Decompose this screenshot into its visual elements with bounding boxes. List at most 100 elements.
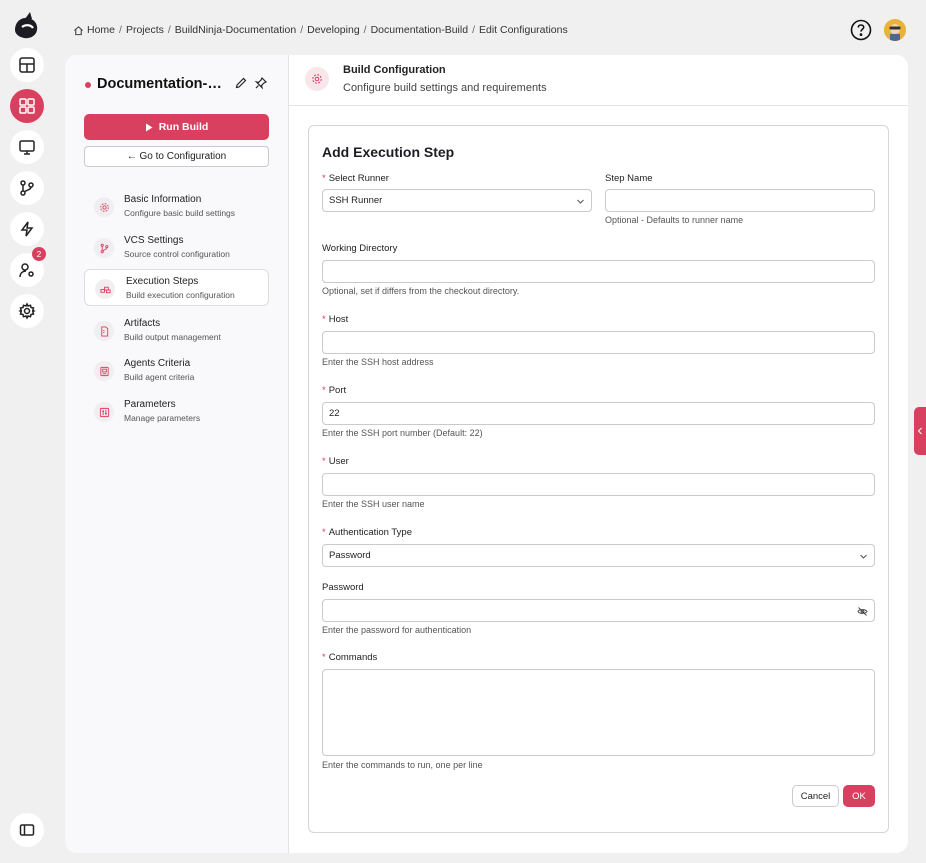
sidebar-item-title: Basic Information — [124, 194, 202, 205]
build-configuration-icon-wrap — [305, 67, 329, 91]
projects-nav-button[interactable] — [10, 89, 44, 123]
triggers-nav-button[interactable] — [10, 212, 44, 246]
sidebar-item-subtitle: Configure basic build settings — [124, 208, 236, 218]
sidebar-item-subtitle: Build execution configuration — [126, 290, 235, 300]
user-settings-icon — [19, 263, 34, 278]
auth-type-value: Password — [329, 550, 371, 561]
step-name-label: Step Name — [605, 173, 653, 184]
workdir-hint: Optional, set if differs from the checko… — [322, 286, 520, 296]
commands-label: * Commands — [322, 652, 378, 663]
dashboard-nav-button[interactable] — [10, 48, 44, 82]
steps-icon — [99, 286, 111, 293]
port-label: * Port — [322, 385, 347, 396]
host-label: * Host — [322, 314, 349, 325]
expand-panel-tab[interactable] — [914, 407, 926, 455]
avatar[interactable] — [884, 19, 906, 41]
sidebar-item-execution-steps[interactable]: Execution Steps Build execution configur… — [84, 269, 269, 306]
left-rail: 2 — [0, 0, 54, 863]
auth-type-select[interactable]: Password — [322, 544, 875, 567]
host-input[interactable] — [322, 331, 875, 354]
step-name-hint: Optional - Defaults to runner name — [605, 215, 744, 225]
grid-icon — [19, 98, 35, 114]
breadcrumb-projects[interactable]: Projects — [126, 24, 164, 36]
sidebar-item-subtitle: Build agent criteria — [124, 372, 195, 382]
user-input[interactable] — [322, 473, 875, 496]
sidebar-item-agents-criteria[interactable]: Agents Criteria Build agent criteria — [84, 352, 269, 389]
auth-type-label: * Authentication Type — [322, 527, 412, 538]
host-hint: Enter the SSH host address — [322, 357, 434, 367]
eye-off-icon[interactable] — [857, 606, 868, 617]
sidebar-item-subtitle: Source control configuration — [124, 249, 230, 259]
runner-select-value: SSH Runner — [329, 195, 383, 206]
sidebar-item-title: Execution Steps — [126, 276, 199, 287]
notification-badge: 2 — [32, 247, 46, 261]
workdir-label: Working Directory — [322, 243, 398, 254]
sidebar-item-title: Parameters — [124, 399, 176, 410]
lightning-icon — [20, 221, 34, 237]
step-name-input[interactable] — [605, 189, 875, 212]
go-to-configuration-button[interactable]: ← Go to Configuration — [84, 146, 269, 167]
settings-nav-button[interactable] — [10, 294, 44, 328]
sidebar-item-parameters[interactable]: Parameters Manage parameters — [84, 393, 269, 430]
runner-label: * Select Runner — [322, 173, 389, 184]
config-sidebar: Documentation-Build Run Build ← Go to Co… — [65, 55, 289, 853]
ok-button[interactable]: OK — [843, 785, 875, 807]
run-build-button[interactable]: Run Build — [84, 114, 269, 140]
pin-icon[interactable] — [254, 76, 268, 90]
breadcrumb-current: Edit Configurations — [478, 24, 568, 36]
collapse-sidebar-button[interactable] — [10, 813, 44, 847]
project-title: Documentation-Build — [97, 76, 229, 92]
help-icon[interactable] — [850, 19, 872, 41]
gear-icon — [18, 302, 36, 320]
chevron-down-icon — [860, 554, 867, 559]
settings-icon — [99, 202, 109, 212]
vcs-nav-button[interactable] — [10, 171, 44, 205]
runner-select[interactable]: SSH Runner — [322, 189, 592, 212]
home-icon — [74, 25, 83, 35]
main-card: Documentation-Build Run Build ← Go to Co… — [65, 55, 908, 853]
project-status-dot — [85, 82, 91, 88]
edit-pencil-icon[interactable] — [234, 76, 248, 90]
breadcrumb: Home / Projects / BuildNinja-Documentation… — [73, 24, 568, 36]
sidebar-item-title: Artifacts — [124, 318, 161, 329]
page-subtitle: Configure build settings and requirement… — [343, 82, 547, 94]
cancel-button[interactable]: Cancel — [792, 785, 839, 807]
commands-hint: Enter the commands to run, one per line — [322, 760, 483, 770]
sidebar-item-vcs-settings[interactable]: VCS Settings Source control configuratio… — [84, 229, 269, 266]
form-title: Add Execution Step — [322, 144, 455, 160]
working-directory-input[interactable] — [322, 260, 875, 283]
password-input[interactable] — [322, 599, 875, 622]
sidebar-item-artifacts[interactable]: Artifacts Build output management — [84, 312, 269, 349]
git-branch-icon — [100, 243, 108, 253]
app-logo[interactable] — [10, 10, 42, 42]
agent-icon — [99, 366, 109, 376]
sidebar-item-subtitle: Build output management — [124, 332, 221, 342]
breadcrumb-build[interactable]: Documentation-Build — [371, 24, 468, 36]
user-hint: Enter the SSH user name — [322, 499, 425, 509]
sidebar-item-subtitle: Manage parameters — [124, 413, 201, 423]
settings-icon — [312, 74, 322, 84]
breadcrumb-project[interactable]: BuildNinja-Documentation — [175, 24, 296, 36]
monitor-icon — [19, 140, 35, 155]
play-icon — [145, 123, 153, 131]
port-input[interactable]: 22 — [322, 402, 875, 425]
page-title: Build Configuration — [343, 64, 446, 76]
sidebar-panel-icon — [19, 824, 35, 836]
go-to-configuration-label: ← Go to Configuration — [126, 151, 227, 162]
user-label: * User — [322, 456, 349, 467]
run-build-label: Run Build — [158, 121, 209, 133]
header-divider — [289, 105, 908, 106]
sidebar-item-title: VCS Settings — [124, 235, 184, 246]
breadcrumb-home[interactable]: Home — [87, 24, 115, 36]
add-execution-step-panel: Add Execution Step * Select Runner SSH Ru… — [308, 125, 889, 833]
breadcrumb-branch[interactable]: Developing — [307, 24, 360, 36]
sidebar-item-basic-information[interactable]: Basic Information Configure basic build … — [84, 188, 269, 225]
commands-textarea[interactable] — [322, 669, 875, 756]
password-label: Password — [322, 582, 364, 593]
sidebar-item-title: Agents Criteria — [124, 358, 191, 369]
user-avatar-icon — [884, 19, 906, 41]
users-nav-button[interactable]: 2 — [10, 247, 46, 287]
chevron-down-icon — [577, 199, 584, 204]
agents-nav-button[interactable] — [10, 130, 44, 164]
sliders-icon — [99, 407, 109, 417]
